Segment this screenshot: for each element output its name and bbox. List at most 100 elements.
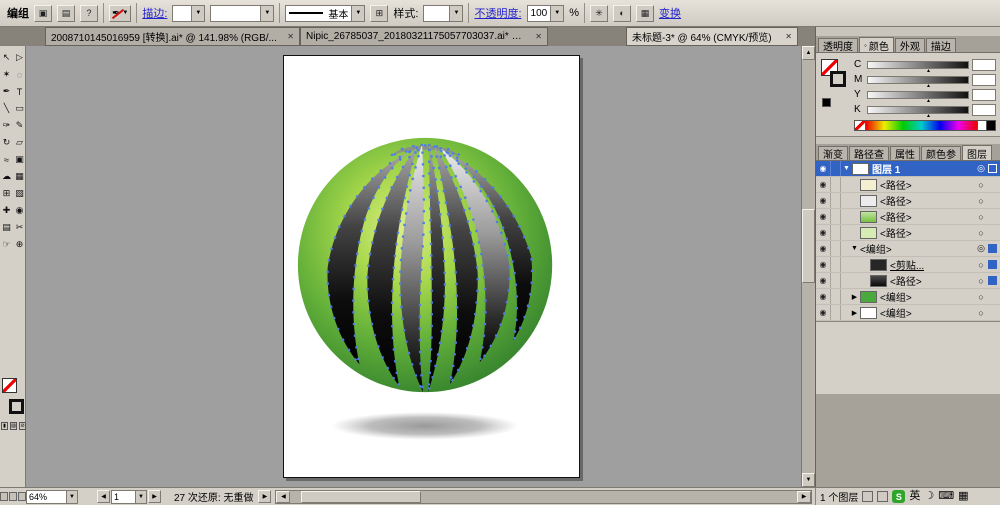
- visibility-toggle[interactable]: ◉: [816, 289, 831, 304]
- target-circle[interactable]: ○: [975, 276, 987, 286]
- tab-appearance[interactable]: 外观: [895, 38, 925, 52]
- fill-swatch-none[interactable]: [2, 378, 17, 393]
- stroke-swatch[interactable]: [830, 71, 846, 87]
- language-indicator[interactable]: 英: [909, 491, 920, 502]
- layer-row[interactable]: ◉ <路径> ○: [816, 177, 1000, 193]
- layer-row[interactable]: ◉ <路径> ○: [816, 209, 1000, 225]
- expand-toggle[interactable]: ▶: [849, 309, 860, 317]
- lock-toggle[interactable]: [831, 193, 841, 208]
- chevron-down-icon[interactable]: ▼: [260, 6, 273, 21]
- rotate-tool[interactable]: ↻: [1, 135, 13, 150]
- canvas-area[interactable]: ▲ ▼: [26, 46, 815, 487]
- stroke-link[interactable]: 描边:: [142, 5, 167, 21]
- white-swatch[interactable]: [978, 120, 987, 131]
- none-swatch[interactable]: [854, 120, 866, 131]
- fullscreen-icon[interactable]: [18, 492, 26, 501]
- mesh-tool[interactable]: ⊞: [1, 186, 13, 201]
- horizontal-scroll-thumb[interactable]: [301, 491, 421, 503]
- zoom-select[interactable]: 64% ▼: [26, 490, 78, 504]
- tab-attributes[interactable]: 属性: [890, 146, 920, 160]
- visibility-toggle[interactable]: ◉: [816, 209, 831, 224]
- slider-value[interactable]: [972, 59, 996, 71]
- warp-tool[interactable]: ≈: [1, 152, 13, 167]
- layer-name[interactable]: <编组>: [880, 305, 912, 320]
- layer-row[interactable]: ◉ <路径> ○: [816, 273, 1000, 289]
- scroll-up-button[interactable]: ▲: [802, 46, 815, 60]
- slider-thumb[interactable]: ▲: [926, 69, 931, 74]
- black-swatch[interactable]: [987, 120, 996, 131]
- slider-value[interactable]: [972, 74, 996, 86]
- horizontal-scroll-track[interactable]: [290, 491, 797, 503]
- target-circle[interactable]: ○: [975, 260, 987, 270]
- stroke-swatch[interactable]: [9, 399, 24, 414]
- selection-indicator[interactable]: [988, 164, 997, 173]
- hand-tool[interactable]: ☞: [1, 237, 13, 252]
- slider-value[interactable]: [972, 104, 996, 116]
- visibility-toggle[interactable]: ◉: [816, 305, 831, 320]
- slider-value[interactable]: [972, 89, 996, 101]
- slider-thumb[interactable]: ▲: [926, 114, 931, 119]
- scissors-tool[interactable]: ✂: [14, 220, 26, 235]
- stroke-weight-select[interactable]: ▼: [172, 5, 205, 22]
- fullscreen-menu-icon[interactable]: [9, 492, 17, 501]
- style-select[interactable]: ▼: [423, 5, 463, 22]
- layer-name[interactable]: <编组>: [860, 241, 892, 256]
- lock-toggle[interactable]: [831, 241, 841, 256]
- help-icon[interactable]: ?: [80, 5, 98, 22]
- grid-icon[interactable]: ⊞: [370, 5, 388, 22]
- expand-toggle[interactable]: ▼: [849, 245, 860, 252]
- chevron-down-icon[interactable]: ▼: [66, 491, 77, 503]
- spectrum-bar[interactable]: [866, 120, 978, 131]
- new-layer-button[interactable]: [862, 491, 873, 502]
- previous-page-button[interactable]: ◀: [97, 490, 110, 503]
- vertical-scrollbar[interactable]: ▲ ▼: [801, 46, 815, 487]
- rectangle-tool[interactable]: ▭: [14, 101, 26, 116]
- chevron-down-icon[interactable]: ▼: [351, 6, 364, 21]
- direct-selection-tool[interactable]: ▷: [14, 50, 26, 65]
- tab-document-1[interactable]: 2008710145016959 [转换].ai* @ 141.98% (RGB…: [45, 27, 300, 46]
- tab-document-2[interactable]: Nipic_26785037_20180321175057703037.ai* …: [300, 27, 548, 46]
- layer-name[interactable]: <编组>: [880, 289, 912, 304]
- slider-track[interactable]: ▲: [867, 106, 969, 114]
- lock-toggle[interactable]: [831, 305, 841, 320]
- chevron-down-icon[interactable]: ▼: [550, 6, 563, 21]
- lock-toggle[interactable]: [831, 161, 841, 176]
- horizontal-scrollbar[interactable]: ◀ ▶: [275, 490, 812, 504]
- tab-pathfinder[interactable]: 路径查: [849, 146, 889, 160]
- tab-layers[interactable]: 图层: [962, 145, 992, 160]
- close-icon[interactable]: ✕: [287, 32, 294, 41]
- document-grid-icon[interactable]: ▦: [636, 5, 654, 22]
- layer-row[interactable]: ◉ ▼ <编组> ◎: [816, 241, 1000, 257]
- visibility-toggle[interactable]: ◉: [816, 241, 831, 256]
- chevron-down-icon[interactable]: ▼: [449, 6, 462, 21]
- visibility-toggle[interactable]: ◉: [816, 273, 831, 288]
- normal-screen-icon[interactable]: [0, 492, 8, 501]
- layer-row[interactable]: ◉ <剪贴... ○: [816, 257, 1000, 273]
- slider-thumb[interactable]: ▲: [926, 99, 931, 104]
- lasso-tool[interactable]: ◌: [14, 67, 26, 82]
- layer-row[interactable]: ◉ <路径> ○: [816, 225, 1000, 241]
- expand-toggle[interactable]: ▼: [841, 165, 852, 172]
- layer-row[interactable]: ◉ ▶ <编组> ○: [816, 289, 1000, 305]
- layer-row[interactable]: ◉ ▶ <编组> ○: [816, 305, 1000, 321]
- line-tool[interactable]: ╲: [1, 101, 13, 116]
- opacity-input[interactable]: 100 ▼: [527, 5, 565, 22]
- target-circle[interactable]: ○: [975, 292, 987, 302]
- none-button[interactable]: ⊘: [19, 422, 26, 430]
- pen-tool[interactable]: ✒: [1, 84, 13, 99]
- layer-row[interactable]: ◉ <路径> ○: [816, 193, 1000, 209]
- tab-document-3-active[interactable]: 未标题-3* @ 64% (CMYK/预览) ✕: [626, 27, 798, 46]
- scroll-down-button[interactable]: ▼: [802, 473, 815, 487]
- scale-tool[interactable]: ▱: [14, 135, 26, 150]
- gradient-tool[interactable]: ▧: [14, 186, 26, 201]
- visibility-toggle[interactable]: ◉: [816, 161, 831, 176]
- graph-tool[interactable]: ▦: [14, 169, 26, 184]
- color-button[interactable]: ▮: [1, 422, 8, 430]
- layer-name[interactable]: <路径>: [880, 193, 912, 208]
- lock-toggle[interactable]: [831, 257, 841, 272]
- vertical-scroll-thumb[interactable]: [802, 209, 815, 283]
- status-menu-button[interactable]: ▶: [258, 490, 271, 503]
- selection-tool[interactable]: ↖: [1, 50, 13, 65]
- visibility-toggle[interactable]: ◉: [816, 193, 831, 208]
- selection-indicator[interactable]: [988, 260, 997, 269]
